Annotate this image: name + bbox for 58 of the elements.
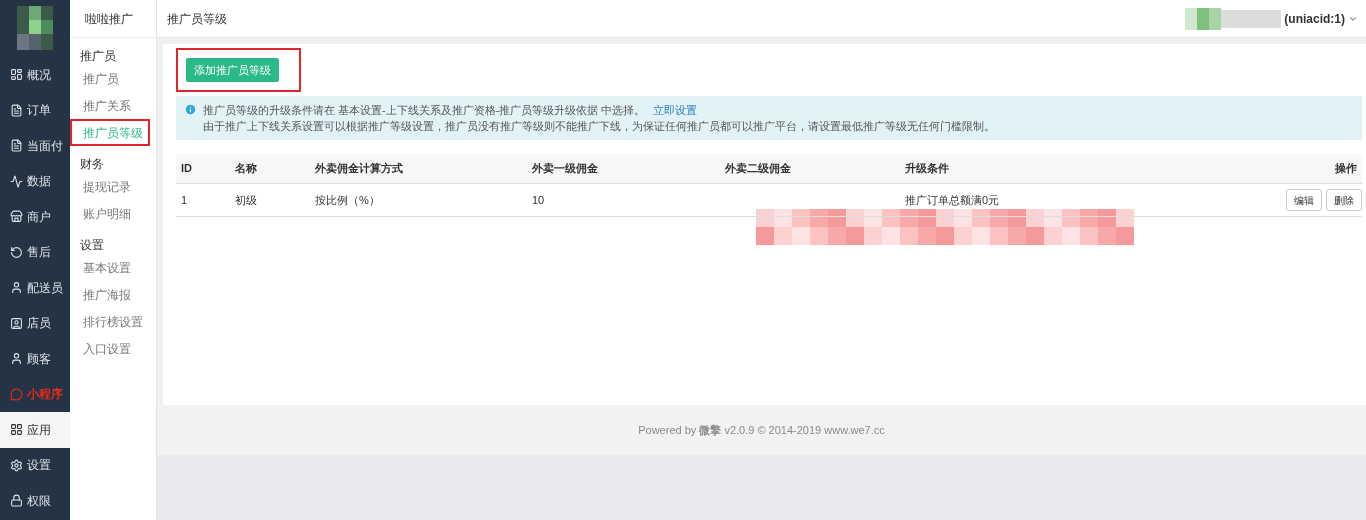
submenu-item[interactable]: 推广员 (70, 65, 150, 92)
dashboard-icon (10, 68, 23, 82)
group-title: 设置 (80, 237, 104, 254)
grid-icon (10, 423, 23, 437)
column-header: 外卖佣金计算方式 (315, 162, 403, 175)
submenu-item[interactable]: 排行榜设置 (70, 308, 150, 335)
column-header: ID (181, 162, 192, 175)
sidebar-item[interactable]: 配送员 (0, 270, 70, 306)
column-header: 升级条件 (905, 162, 949, 175)
lock-icon (10, 494, 23, 508)
table-cell: 1 (181, 193, 188, 206)
sidebar-item[interactable]: 订单 (0, 92, 70, 128)
submenu-title: 啦啦推广 (85, 10, 133, 28)
sidebar-item[interactable]: 设置 (0, 447, 70, 483)
sidebar-item[interactable]: 当面付 (0, 128, 70, 164)
notice-text: 推广员等级的升级条件请在 基本设置-上下线关系及推广资格-推广员等级升级依据 中选择。 (203, 103, 646, 118)
sidebar-item[interactable]: 顾客 (0, 341, 70, 377)
submenu-item[interactable]: 入口设置 (70, 335, 150, 362)
user-icon (10, 281, 23, 295)
column-header: 外卖一级佣金 (532, 162, 598, 175)
sidebar-item[interactable]: 商户 (0, 199, 70, 235)
sidebar-item[interactable]: 应用 (0, 412, 70, 448)
sidebar-item[interactable]: 店员 (0, 305, 70, 341)
settings-link[interactable]: 立即设置 (653, 102, 698, 118)
sidebar-item[interactable]: 数据 (0, 163, 70, 199)
refresh-icon (10, 245, 23, 259)
submenu-item[interactable]: 推广海报 (70, 281, 150, 308)
document-icon (10, 139, 23, 153)
column-header: 外卖二级佣金 (725, 162, 791, 175)
sidebar-item[interactable]: 概况 (0, 57, 70, 93)
table-cell: 初级 (235, 193, 257, 206)
table-cell: 推广订单总额满0元 (905, 193, 1000, 206)
column-header: 名称 (235, 162, 257, 175)
store-icon (10, 210, 23, 224)
account-menu[interactable]: (uniacid:1) (1185, 7, 1358, 30)
notice-text: 由于推广上下线关系设置可以根据推广等级设置，推广员没有推广等级则不能推广下线，为保证任何推广员都可以推广平台，请设置最低推广等级无任何门槛限制。 (203, 119, 995, 134)
submenu-item[interactable]: 推广关系 (70, 92, 150, 119)
group-title: 财务 (80, 156, 104, 173)
table-cell: 按比例（%） (315, 193, 380, 206)
info-icon (184, 103, 197, 116)
submenu-item[interactable]: 基本设置 (70, 254, 150, 281)
submenu-item[interactable]: 提现记录 (70, 173, 150, 200)
user-icon (10, 352, 23, 366)
sidebar-item[interactable]: 售后 (0, 234, 70, 270)
column-header: 操作 (1335, 161, 1357, 177)
action-button[interactable]: 编辑 (1286, 189, 1322, 211)
sidebar-item[interactable]: 权限 (0, 483, 70, 519)
page-title: 推广员等级 (167, 10, 227, 28)
submenu-item[interactable]: 账户明细 (70, 200, 150, 227)
chart-icon (10, 174, 23, 188)
footer-text: Powered by 微擎 v2.0.9 © 2014-2019 www.we7.cc (638, 422, 885, 438)
chat-icon (10, 387, 23, 401)
settings-icon (10, 458, 23, 472)
document-icon (10, 103, 23, 117)
user-icon (10, 316, 23, 330)
group-title: 推广员 (80, 48, 116, 65)
action-button[interactable]: 删除 (1326, 189, 1362, 211)
table-cell: 10 (532, 193, 545, 206)
